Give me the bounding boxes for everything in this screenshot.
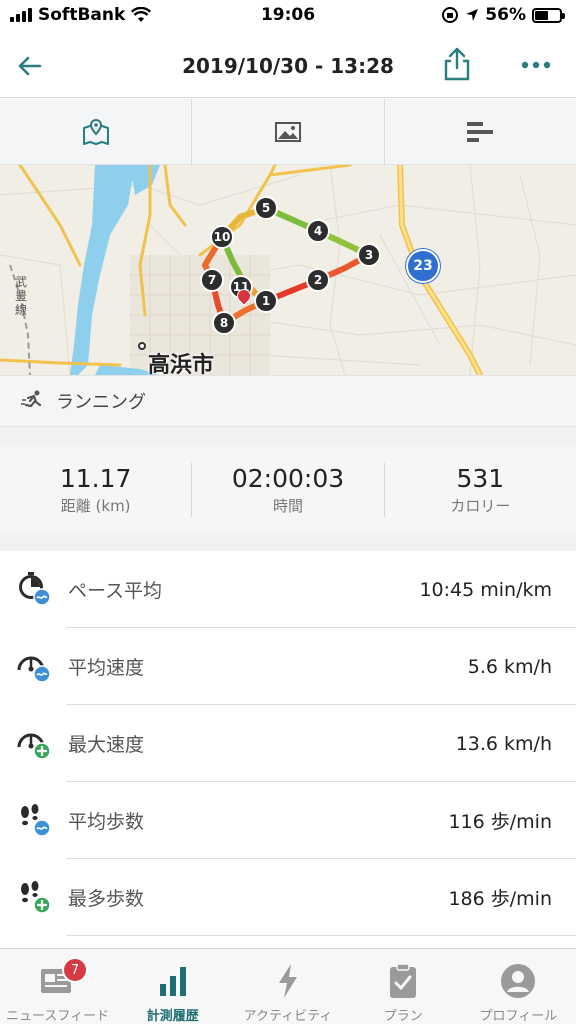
tab-label: アクティビティ — [243, 1009, 333, 1024]
tab-label: プラン — [383, 1009, 423, 1024]
distance-value: 11.17 — [59, 464, 132, 493]
activity-label: ランニング — [56, 392, 146, 413]
section-gap — [0, 427, 576, 447]
city-dot — [138, 342, 146, 350]
tab-profile[interactable]: プロフィール — [461, 949, 576, 1024]
route-marker-4: 4 — [306, 219, 330, 243]
notification-badge: 7 — [62, 957, 88, 983]
stat-row-avg-speed: 平均速度 5.6 km/h — [0, 628, 576, 705]
stats-list: ペース平均 10:45 min/km 平均速度 5.6 km/h 最大速度 13… — [0, 551, 576, 936]
time-label: 時間 — [272, 497, 303, 515]
section-gap — [0, 533, 576, 551]
bar-chart-icon — [467, 121, 494, 142]
summary-panel: 11.17 距離 (km) 02:00:03 時間 531 カロリー — [0, 447, 576, 533]
stat-row-max-steps: 最多歩数 186 歩/min — [0, 859, 576, 936]
calories-value: 531 — [456, 464, 505, 493]
clipboard-icon — [383, 961, 423, 1001]
bottom-tab-bar: 7 ニュースフィード 計測履歴 アクティビティ プラン プロフィール — [0, 948, 576, 1024]
stat-label: 最多歩数 — [68, 888, 145, 910]
stat-value: 116 歩/min — [448, 811, 552, 833]
battery-icon — [532, 7, 565, 23]
route-marker-2: 2 — [306, 268, 330, 292]
map-city-label: 高浜市 — [148, 353, 215, 375]
stat-label: ペース平均 — [68, 580, 163, 602]
photo-icon — [274, 121, 301, 142]
tab-label: プロフィール — [479, 1009, 558, 1024]
lightning-icon — [268, 961, 308, 1001]
calories-label: カロリー — [450, 497, 511, 515]
summary-calories: 531 カロリー — [385, 463, 576, 517]
tab-activity[interactable]: アクティビティ — [230, 949, 345, 1024]
running-icon — [21, 390, 42, 408]
status-bar: SoftBank 19:06 56% — [0, 0, 576, 32]
status-right: 56% — [441, 5, 565, 25]
route-marker-3: 3 — [357, 243, 381, 267]
stat-label: 平均歩数 — [68, 811, 145, 833]
tab-map[interactable] — [0, 99, 193, 164]
tab-history[interactable]: 計測履歴 — [115, 949, 230, 1024]
tab-label: 計測履歴 — [146, 1009, 199, 1024]
route-marker-8: 8 — [212, 311, 236, 335]
speedometer-max-icon — [17, 733, 51, 760]
route-marker-10: 10 — [210, 225, 234, 249]
stat-row-avg-steps: 平均歩数 116 歩/min — [0, 782, 576, 859]
route-marker-1: 1 — [254, 289, 278, 313]
tab-label: ニュースフィード — [6, 1009, 110, 1024]
speedometer-average-icon — [17, 656, 51, 683]
profile-icon — [498, 961, 538, 1001]
map-railway-label: 武豊線 — [14, 275, 27, 317]
more-dots-icon[interactable] — [516, 50, 556, 80]
route-23-badge: 23 — [406, 249, 440, 283]
footsteps-average-icon — [21, 804, 51, 837]
pace-clock-icon — [19, 572, 51, 606]
route-marker-7: 7 — [200, 268, 224, 292]
time-value: 02:00:03 — [231, 464, 345, 493]
stat-row-max-speed: 最大速度 13.6 km/h — [0, 705, 576, 782]
location-arrow-icon — [466, 9, 479, 21]
tab-newsfeed[interactable]: 7 ニュースフィード — [0, 949, 115, 1024]
view-tabs — [0, 99, 576, 165]
orientation-lock-icon — [442, 7, 459, 23]
summary-time: 02:00:03 時間 — [192, 463, 385, 517]
stat-value: 186 歩/min — [448, 888, 552, 910]
footsteps-max-icon — [21, 881, 51, 914]
tab-photo[interactable] — [192, 99, 385, 164]
page-title: 2019/10/30 - 13:28 — [182, 54, 394, 78]
stat-value: 10:45 min/km — [419, 578, 552, 601]
route-marker-5: 5 — [254, 196, 278, 220]
stat-row-pace: ペース平均 10:45 min/km — [0, 551, 576, 628]
battery-percent: 56% — [485, 5, 526, 25]
stat-label: 最大速度 — [68, 734, 145, 756]
nav-bar: 2019/10/30 - 13:28 — [0, 32, 576, 98]
summary-distance: 11.17 距離 (km) — [0, 463, 193, 517]
activity-type-row[interactable]: ランニング — [0, 375, 576, 427]
stat-label: 平均速度 — [68, 657, 145, 679]
map-canvas — [0, 165, 576, 375]
stat-value: 5.6 km/h — [467, 655, 552, 678]
tab-chart[interactable] — [385, 99, 576, 164]
map-icon — [82, 118, 109, 145]
route-map[interactable]: 高浜市 武豊線 23 1 2 3 4 5 7 8 10 11 — [0, 165, 576, 375]
tab-plan[interactable]: プラン — [346, 949, 461, 1024]
history-chart-icon — [153, 961, 193, 1001]
stat-value: 13.6 km/h — [455, 732, 552, 755]
distance-label: 距離 (km) — [60, 497, 131, 515]
share-icon[interactable] — [440, 46, 474, 82]
